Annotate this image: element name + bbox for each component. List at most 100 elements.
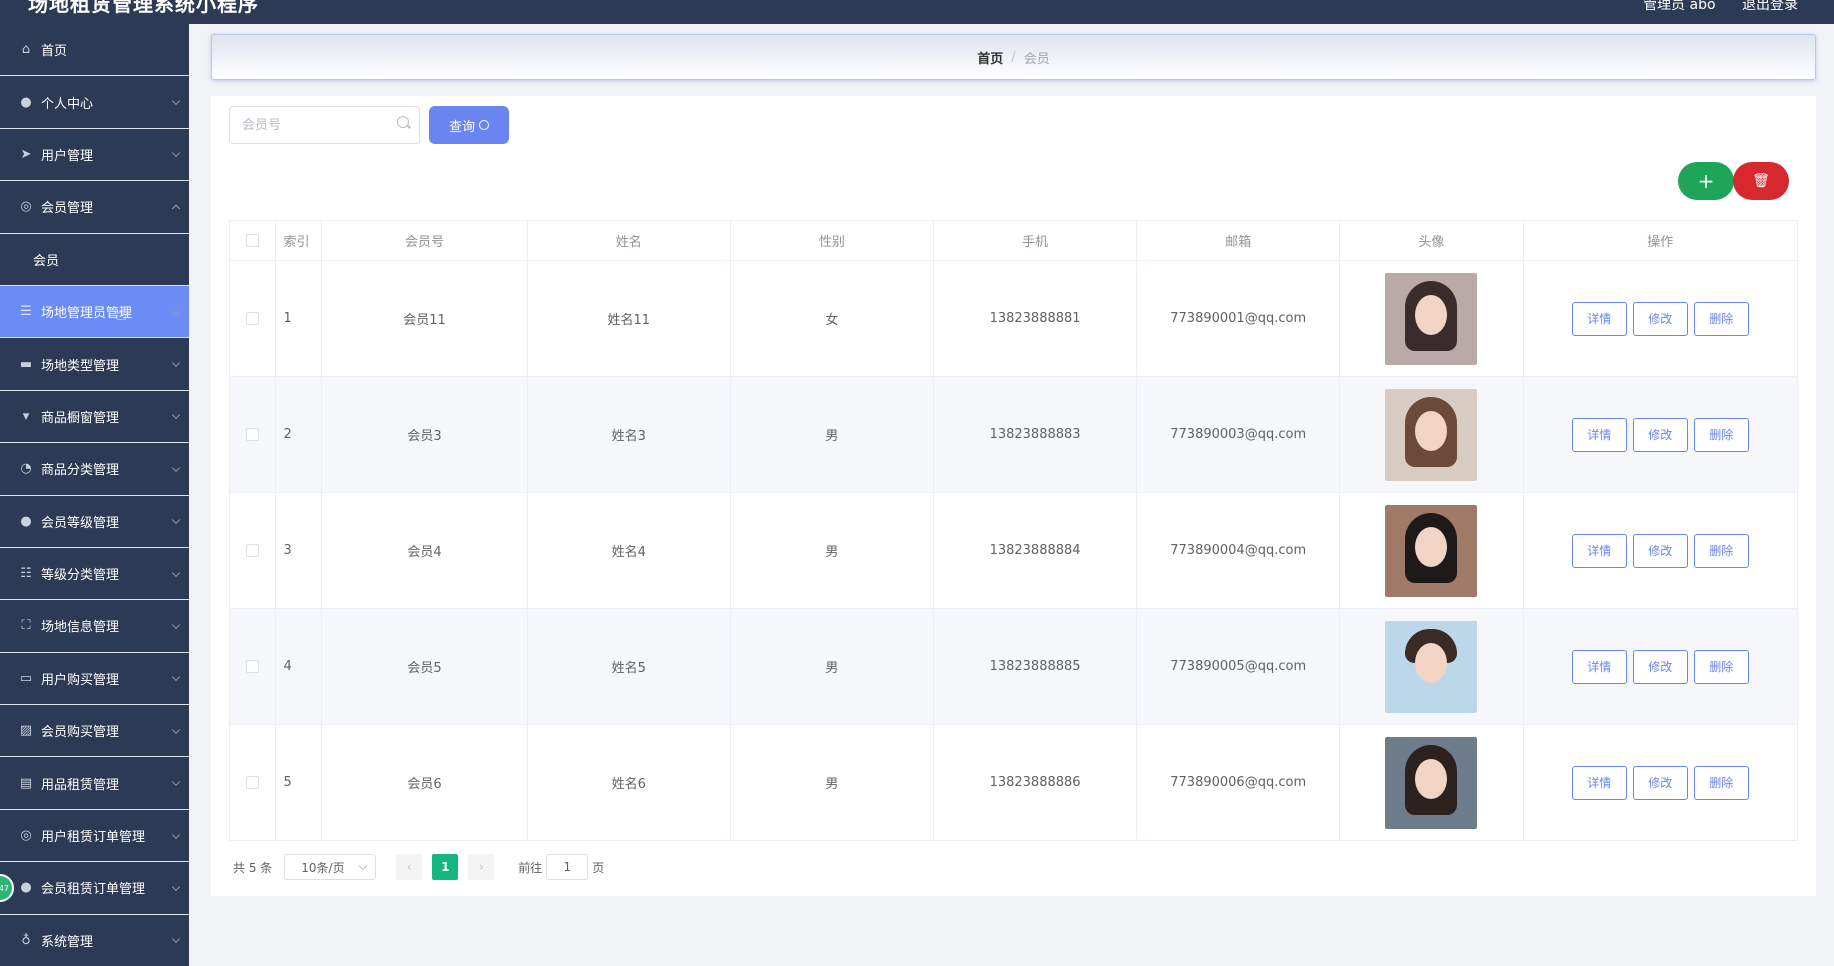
- chevron-down-icon: [171, 934, 181, 944]
- frame-icon: ⛶: [21, 618, 31, 634]
- sidebar-subitem-member[interactable]: 会员: [0, 234, 189, 286]
- delete-button[interactable]: 删除: [1693, 533, 1749, 568]
- sidebar-item-member-rental-order-mgmt[interactable]: ● 会员租赁订单管理: [0, 862, 189, 915]
- chevron-down-icon: [171, 830, 181, 839]
- chevron-down-icon: [171, 725, 181, 734]
- top-right-actions: 管理员 abo 退出登录: [1621, 0, 1798, 14]
- grid-icon: ▬: [19, 356, 33, 372]
- sidebar-item-user-rental-order-mgmt[interactable]: ◎ 用户租赁订单管理: [0, 810, 189, 863]
- sidebar-item-venue-admin-mgmt[interactable]: ☰ 场地管理员管理 ☝: [0, 285, 189, 339]
- sidebar-item-label: 场地信息管理: [41, 620, 120, 636]
- cell-phone: 13823888884: [933, 492, 1138, 609]
- row-select-cell: [229, 376, 276, 493]
- prev-page-button[interactable]: ‹: [396, 854, 423, 880]
- chat-icon: ▭: [19, 670, 33, 686]
- delete-button[interactable]: 删除: [1693, 765, 1749, 800]
- sidebar-item-label: 首页: [41, 44, 68, 60]
- cell-index: 3: [275, 492, 323, 609]
- sidebar-item-user-purchase-mgmt[interactable]: ▭ 用户购买管理: [0, 653, 189, 706]
- chevron-left-icon: ‹: [406, 860, 412, 874]
- detail-button[interactable]: 详情: [1571, 765, 1627, 800]
- chevron-down-icon: [171, 358, 181, 368]
- detail-button[interactable]: 详情: [1571, 301, 1627, 336]
- logout-link[interactable]: 退出登录: [1742, 0, 1798, 13]
- row-checkbox[interactable]: [245, 428, 259, 441]
- page-size-select[interactable]: 10条/页: [284, 854, 377, 880]
- column-header-phone: 手机: [933, 220, 1138, 261]
- row-checkbox[interactable]: [245, 544, 259, 557]
- next-page-button[interactable]: ›: [468, 854, 495, 880]
- location-icon: ●: [20, 880, 32, 896]
- edit-button[interactable]: 修改: [1632, 765, 1688, 800]
- cell-member-no: 会员5: [321, 608, 528, 725]
- detail-button[interactable]: 详情: [1571, 649, 1627, 684]
- sidebar-item-goods-category-mgmt[interactable]: ◔ 商品分类管理: [0, 443, 189, 496]
- cell-avatar: [1339, 376, 1524, 493]
- column-header-index: 索引: [275, 220, 323, 261]
- cell-gender: 男: [730, 376, 934, 493]
- row-checkbox[interactable]: [245, 312, 259, 325]
- sidebar-item-system-mgmt[interactable]: ♁ 系统管理: [0, 915, 189, 966]
- cell-member-no: 会员4: [321, 492, 528, 609]
- chevron-down-icon: [171, 463, 181, 472]
- cell-email: 773890006@qq.com: [1136, 724, 1341, 841]
- sidebar-item-shop-window-mgmt[interactable]: ▾ 商品橱窗管理: [0, 391, 189, 444]
- cell-name: 姓名11: [527, 260, 731, 377]
- edit-button[interactable]: 修改: [1632, 301, 1688, 336]
- plus-icon: +: [1697, 169, 1715, 193]
- sidebar-item-profile[interactable]: ● 个人中心: [0, 76, 189, 129]
- cell-phone: 13823888885: [933, 608, 1138, 725]
- table-row: 2 会员3 姓名3 男 13823888883 773890003@qq.com…: [229, 376, 1799, 493]
- sidebar-item-member-level-mgmt[interactable]: ● 会员等级管理: [0, 496, 189, 548]
- add-button[interactable]: +: [1678, 162, 1734, 200]
- edit-button[interactable]: 修改: [1632, 417, 1688, 452]
- sliders-icon: ☷: [20, 566, 32, 582]
- column-header-name: 姓名: [527, 220, 731, 261]
- sidebar-item-venue-type-mgmt[interactable]: ▬ 场地类型管理: [0, 338, 189, 391]
- cell-index: 1: [275, 260, 323, 377]
- chevron-right-icon: ›: [478, 860, 484, 874]
- goto-page-input[interactable]: [546, 854, 589, 880]
- cell-member-no: 会员11: [321, 260, 528, 377]
- row-select-cell: [229, 724, 276, 841]
- sidebar-item-home[interactable]: ⌂ 首页: [0, 24, 189, 77]
- chevron-down-icon: [171, 515, 181, 525]
- chevron-up-icon: [171, 204, 181, 213]
- hand-cursor-icon: ☝: [116, 303, 127, 325]
- sidebar-item-level-category-mgmt[interactable]: ☷ 等级分类管理: [0, 548, 189, 601]
- sidebar: ⌂ 首页 ● 个人中心 ➤ 用户管理 ◎ 会员管理 会员 ☰ 场地管理员管理 ☝…: [0, 24, 189, 966]
- sidebar-item-label: 等级分类管理: [41, 568, 120, 584]
- sidebar-item-venue-info-mgmt[interactable]: ⛶ 场地信息管理: [0, 600, 189, 653]
- sidebar-item-label: 商品分类管理: [41, 463, 120, 479]
- cell-avatar: [1339, 608, 1524, 725]
- cell-member-no: 会员6: [321, 724, 528, 841]
- delete-button[interactable]: 删除: [1693, 417, 1749, 452]
- delete-button[interactable]: 删除: [1693, 301, 1749, 336]
- row-checkbox[interactable]: [245, 660, 259, 673]
- breadcrumb-home[interactable]: 首页: [977, 48, 1003, 67]
- sidebar-item-member-purchase-mgmt[interactable]: ▨ 会员购买管理: [0, 705, 189, 758]
- delete-button[interactable]: 删除: [1693, 649, 1749, 684]
- sidebar-item-label: 会员购买管理: [41, 725, 120, 741]
- page-number-current[interactable]: 1: [432, 854, 459, 880]
- briefcase-icon: ▤: [19, 775, 33, 791]
- pagination: 共 5 条 10条/页 ‹ 1 › 前往 页: [233, 853, 604, 881]
- edit-button[interactable]: 修改: [1632, 649, 1688, 684]
- detail-button[interactable]: 详情: [1571, 533, 1627, 568]
- sidebar-item-rental-goods-mgmt[interactable]: ▤ 用品租赁管理: [0, 757, 189, 810]
- table-row: 4 会员5 姓名5 男 13823888885 773890005@qq.com…: [229, 608, 1799, 725]
- breadcrumb-separator: /: [1011, 49, 1016, 65]
- detail-button[interactable]: 详情: [1571, 417, 1627, 452]
- query-button[interactable]: 查询: [429, 106, 509, 144]
- sidebar-item-label: 用品租赁管理: [41, 777, 120, 793]
- batch-delete-button[interactable]: 🗑: [1733, 162, 1789, 200]
- row-checkbox[interactable]: [245, 776, 259, 789]
- chevron-down-icon: [171, 882, 181, 891]
- edit-button[interactable]: 修改: [1632, 533, 1688, 568]
- member-no-search-input[interactable]: [229, 106, 420, 144]
- sidebar-item-member-mgmt[interactable]: ◎ 会员管理: [0, 181, 189, 234]
- sidebar-item-user-mgmt[interactable]: ➤ 用户管理: [0, 129, 189, 182]
- column-header-email: 邮箱: [1136, 220, 1341, 261]
- cell-index: 4: [275, 608, 323, 725]
- select-all-checkbox[interactable]: [245, 234, 259, 247]
